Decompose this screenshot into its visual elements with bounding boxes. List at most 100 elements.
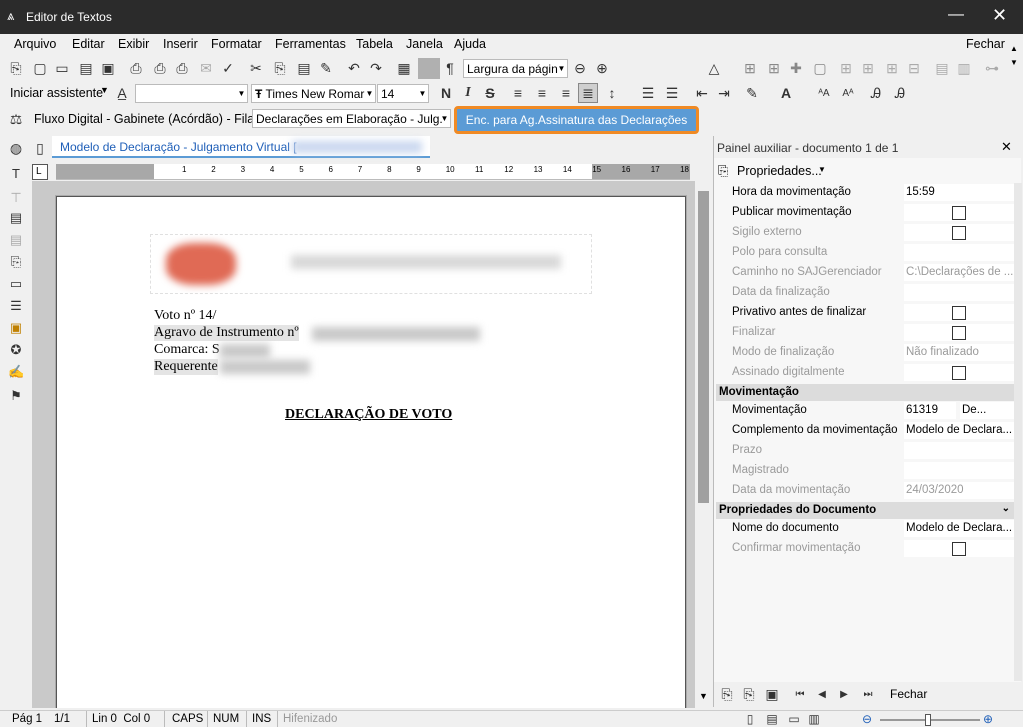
property-row[interactable]: Modo de finalização Não finalizado (714, 343, 1014, 363)
property-row[interactable]: Publicar movimentação (714, 203, 1014, 223)
menu-janela[interactable]: Janela (406, 37, 443, 51)
case-options-icon[interactable]: Ꭿ (890, 83, 910, 103)
table-cross-icon[interactable]: ✚ (786, 58, 806, 78)
print-setup-icon[interactable]: ⎙ (172, 58, 192, 78)
panel-close-icon[interactable]: ✕ (1001, 139, 1012, 155)
bold-button[interactable]: N (436, 83, 456, 103)
globe-icon[interactable]: ◍ (6, 138, 26, 158)
property-row[interactable]: Sigilo externo (714, 223, 1014, 243)
award-icon[interactable]: ✪ (8, 342, 24, 358)
collapse-icon[interactable]: ⌄ (1002, 503, 1010, 514)
copy-icon[interactable]: ⎘ (270, 58, 290, 78)
panel-close-button[interactable]: Fechar (890, 687, 927, 701)
align-right-icon[interactable]: ≡ (556, 83, 576, 103)
menu-exibir[interactable]: Exibir (118, 37, 149, 51)
zoom-slider[interactable] (880, 714, 980, 726)
property-row[interactable]: Assinado digitalmente (714, 363, 1014, 383)
spellcheck-icon[interactable]: ✓ (218, 58, 238, 78)
document-tab[interactable]: Modelo de Declaração - Julgamento Virtua… (52, 136, 430, 158)
property-row[interactable]: Finalizar (714, 323, 1014, 343)
redo-icon[interactable]: ↷ (366, 58, 386, 78)
format-painter-icon[interactable]: ✎ (316, 58, 336, 78)
menu-editar[interactable]: Editar (72, 37, 105, 51)
queue-select[interactable]: Declarações em Elaboração - Julg. ▼ (252, 109, 451, 128)
color-swatch[interactable] (418, 58, 440, 79)
justify-icon[interactable]: ≣ (578, 83, 598, 103)
undo-icon[interactable]: ↶ (344, 58, 364, 78)
menu-ajuda[interactable]: Ajuda (454, 37, 486, 51)
minimize-icon[interactable]: — (948, 6, 964, 24)
style-select[interactable]: ▼ (135, 84, 248, 103)
lock-doc-icon[interactable]: ▣ (8, 320, 24, 336)
first-icon[interactable]: ⏮ (790, 684, 810, 704)
table-borders-icon[interactable]: ⊞ (740, 58, 760, 78)
align-center-icon[interactable]: ≡ (532, 83, 552, 103)
menu-tabela[interactable]: Tabela (356, 37, 393, 51)
add-doc-icon[interactable]: ⎘ (717, 684, 737, 704)
numbered-list-icon[interactable]: ☰ (662, 83, 682, 103)
table-inner-icon[interactable]: ⊞ (764, 58, 784, 78)
property-row[interactable]: Data da finalização (714, 283, 1014, 303)
property-row[interactable]: Confirmar movimentação (714, 539, 1014, 559)
font-grow-icon[interactable]: Aᴬ (838, 83, 858, 103)
property-row[interactable]: Magistrado (714, 461, 1014, 481)
stamp-icon[interactable]: ⎘ (8, 254, 24, 270)
layout-view-icon[interactable]: ▤ (762, 709, 782, 727)
italic-button[interactable]: I (458, 83, 478, 103)
document-page[interactable]: Voto nº 14/ Agravo de Instrumento nº Com… (56, 196, 686, 708)
next-icon[interactable]: ▶ (834, 684, 854, 704)
open-template-icon[interactable]: ▤ (76, 58, 96, 78)
zoom-in-icon[interactable]: ⊕ (592, 58, 612, 78)
assistant-button[interactable]: Iniciar assistente (10, 86, 103, 100)
strikethrough-button[interactable]: S (480, 83, 500, 103)
print-icon[interactable]: ⎙ (126, 58, 146, 78)
lock-icon[interactable]: ▣ (762, 684, 782, 704)
align-left-icon[interactable]: ≡ (508, 83, 528, 103)
zoom-in-button[interactable]: ⊕ (983, 712, 993, 726)
properties-button[interactable]: ⎘ Propriedades... ▼ (714, 160, 1014, 182)
zoom-select[interactable]: Largura da págin ▼ (463, 59, 568, 78)
property-value[interactable]: Modelo de Declara... (904, 422, 1014, 439)
property-row[interactable]: Nome do documento Modelo de Declara... (714, 519, 1014, 539)
property-value[interactable]: 15:59 (904, 184, 1014, 201)
change-case-icon[interactable]: Ꭿ (866, 83, 886, 103)
bell-icon[interactable]: △ (704, 58, 724, 78)
property-value[interactable]: 61319 (904, 402, 956, 419)
web-view-icon[interactable]: ▭ (784, 709, 804, 727)
menu-formatar[interactable]: Formatar (211, 37, 262, 51)
chevron-down-icon[interactable]: ▼ (100, 85, 109, 95)
menu-inserir[interactable]: Inserir (163, 37, 198, 51)
open-icon[interactable]: ▭ (52, 58, 72, 78)
zoom-out-button[interactable]: ⊖ (862, 712, 872, 726)
line-spacing-icon[interactable]: ↕ (602, 83, 622, 103)
menu-arquivo[interactable]: Arquivo (14, 37, 56, 51)
horizontal-ruler[interactable]: 1 2 3 4 5 6 7 8 9 10 11 12 13 14 15 16 17 18 (56, 164, 690, 180)
property-row[interactable]: Movimentação 61319 De... (714, 401, 1014, 421)
template-icon[interactable]: ▤ (8, 210, 24, 226)
property-row[interactable]: Prazo (714, 441, 1014, 461)
property-checkbox[interactable] (952, 306, 966, 320)
close-window-icon[interactable]: ✕ (992, 5, 1007, 26)
property-row[interactable]: Privativo antes de finalizar (714, 303, 1014, 323)
font-color-icon[interactable]: A (776, 83, 796, 103)
indent-icon[interactable]: ⇥ (714, 83, 734, 103)
scroll-down-icon[interactable]: ▼ (699, 691, 708, 701)
menu-fechar[interactable]: Fechar (966, 37, 1005, 51)
tab-selector[interactable]: L (32, 164, 48, 180)
bullet-list-icon[interactable]: ☰ (638, 83, 658, 103)
notes-icon[interactable]: ☰ (8, 298, 24, 314)
font-shrink-icon[interactable]: ᴬA (814, 83, 834, 103)
text-format-icon[interactable]: T (8, 166, 24, 182)
page-view-icon[interactable]: ▯ (740, 709, 760, 727)
property-row[interactable]: Complemento da movimentação Modelo de Dec… (714, 421, 1014, 441)
prev-icon[interactable]: ◀ (812, 684, 832, 704)
copy-doc-icon[interactable]: ⎘ (739, 684, 759, 704)
comment-icon[interactable]: ▭ (8, 276, 24, 292)
property-value-secondary[interactable]: De... (960, 402, 1014, 419)
paste-icon[interactable]: ▤ (294, 58, 314, 78)
property-row[interactable]: Hora da movimentação 15:59 (714, 183, 1014, 203)
new-document-icon[interactable]: ⎘ (6, 58, 26, 78)
print-preview-icon[interactable]: ⎙ (150, 58, 170, 78)
property-value[interactable]: Modelo de Declara... (904, 520, 1014, 537)
highlight-icon[interactable]: ✎ (742, 83, 762, 103)
